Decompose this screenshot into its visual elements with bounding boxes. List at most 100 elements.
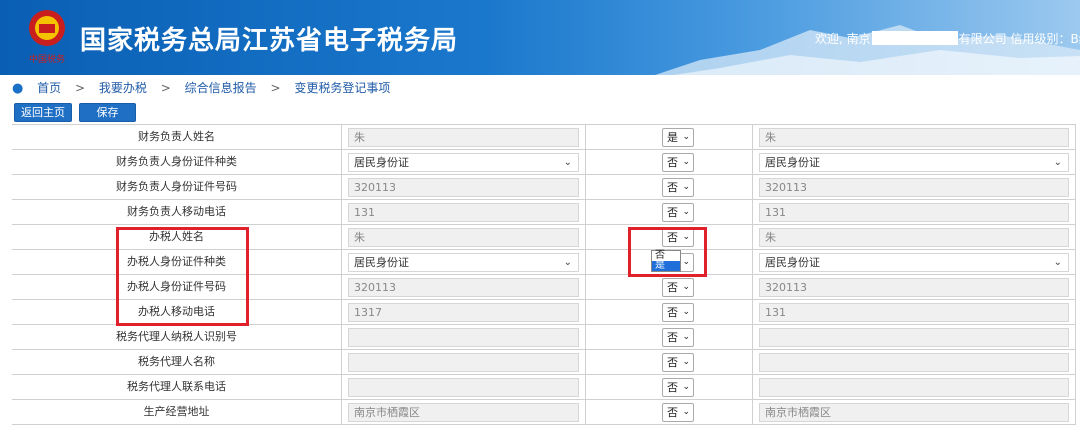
- chevron-down-icon: ⌄: [682, 382, 690, 392]
- change-flag-value: 否: [667, 281, 678, 294]
- change-flag-value: 否: [667, 206, 678, 219]
- new-value-text: 南京市栖霞区: [765, 406, 831, 419]
- change-flag-cell: 否⌄: [585, 325, 752, 349]
- change-flag-select[interactable]: 否⌄: [662, 403, 694, 422]
- new-value-field[interactable]: 南京市栖霞区: [759, 403, 1069, 422]
- table-row: 税务代理人纳税人识别号否 ⌄: [12, 325, 1076, 350]
- change-flag-select[interactable]: 否⌄: [662, 378, 694, 397]
- old-value-field: [348, 353, 579, 372]
- chevron-down-icon: ⌄: [563, 157, 572, 168]
- new-value-field[interactable]: 朱: [759, 128, 1069, 147]
- old-value-field: 131: [348, 203, 579, 222]
- change-flag-select[interactable]: 否⌄: [662, 178, 694, 197]
- chevron-down-icon: ⌄: [682, 157, 690, 167]
- old-value-cell: 居民身份证 ⌄: [341, 250, 585, 274]
- new-value-text: 朱: [765, 131, 776, 144]
- save-button[interactable]: 保存: [79, 103, 136, 122]
- new-value-field[interactable]: 朱: [759, 228, 1069, 247]
- field-label: 税务代理人联系电话: [127, 380, 226, 393]
- field-label: 税务代理人名称: [138, 355, 215, 368]
- new-value-field[interactable]: [759, 353, 1069, 372]
- old-value-cell: 南京市栖霞区: [341, 400, 585, 424]
- table-row: 生产经营地址 南京市栖霞区否 ⌄ 南京市栖霞区: [12, 400, 1076, 425]
- change-flag-select[interactable]: 否⌄: [662, 153, 694, 172]
- chevron-down-icon: ⌄: [682, 132, 690, 142]
- field-label: 生产经营地址: [143, 405, 210, 418]
- site-header: 中国税务 国家税务总局江苏省电子税务局 欢迎, 南京 有限公司 信用级别：B级 |: [0, 0, 1080, 75]
- old-value-text: 320113: [354, 281, 396, 294]
- new-value-field[interactable]: 131: [759, 303, 1069, 322]
- table-row: 财务负责人身份证件种类 居民身份证 ⌄ 否 ⌄ 居民身份证 ⌄: [12, 150, 1076, 175]
- new-value-text: 居民身份证: [765, 256, 820, 269]
- change-flag-select[interactable]: 否⌄: [662, 203, 694, 222]
- new-value-cell: [752, 350, 1076, 374]
- new-value-cell: 131: [752, 200, 1076, 224]
- old-value-cell: 朱: [341, 225, 585, 249]
- location-pin-icon: ●: [12, 81, 24, 96]
- welcome-prefix: 欢迎, 南京: [815, 32, 871, 46]
- change-flag-cell: 否⌄: [585, 150, 752, 174]
- table-row: 税务代理人联系电话 否 ⌄: [12, 375, 1076, 400]
- old-value-text: 朱: [354, 131, 365, 144]
- new-value-field[interactable]: 131: [759, 203, 1069, 222]
- old-value-cell: 居民身份证 ⌄: [341, 150, 585, 174]
- chevron-down-icon: ⌄: [563, 257, 572, 268]
- change-flag-select[interactable]: 否⌄: [662, 328, 694, 347]
- breadcrumb-current: 变更税务登记事项: [294, 81, 391, 95]
- old-value-text: 朱: [354, 231, 365, 244]
- old-value-text: 131: [354, 206, 375, 219]
- table-row: 财务负责人姓名朱是 ⌄ 朱: [12, 125, 1076, 150]
- new-value-cell: [752, 325, 1076, 349]
- old-value-cell: 131: [341, 200, 585, 224]
- chevron-down-icon: ⌄: [682, 407, 690, 417]
- highlight-box-dropdown: [628, 227, 707, 277]
- new-value-text: 131: [765, 306, 786, 319]
- new-value-cell: 居民身份证 ⌄: [752, 250, 1076, 274]
- new-value-field[interactable]: [759, 328, 1069, 347]
- new-value-field[interactable]: 居民身份证 ⌄: [759, 253, 1069, 272]
- change-flag-value: 否: [667, 356, 678, 369]
- chevron-down-icon: ⌄: [682, 282, 690, 292]
- new-value-text: 居民身份证: [765, 156, 820, 169]
- new-value-field[interactable]: [759, 378, 1069, 397]
- breadcrumb-info-report[interactable]: 综合信息报告: [185, 81, 257, 95]
- mountain-banner: [655, 25, 1080, 75]
- change-flag-cell: 是 ⌄: [585, 125, 752, 149]
- change-flag-select[interactable]: 否⌄: [662, 278, 694, 297]
- new-value-field[interactable]: 居民身份证 ⌄: [759, 153, 1069, 172]
- change-flag-cell: 否⌄: [585, 375, 752, 399]
- old-value-text: 320113: [354, 181, 396, 194]
- welcome-text: 欢迎, 南京 有限公司 信用级别：B级 |: [815, 30, 1080, 47]
- back-home-button[interactable]: 返回主页: [14, 103, 72, 122]
- breadcrumb-tax-services[interactable]: 我要办税: [99, 81, 147, 95]
- change-flag-value: 否: [667, 306, 678, 319]
- change-flag-select[interactable]: 否⌄: [662, 353, 694, 372]
- change-flag-cell: 否⌄: [585, 275, 752, 299]
- change-flag-select[interactable]: 是 ⌄: [662, 128, 694, 147]
- change-flag-select[interactable]: 否⌄: [662, 303, 694, 322]
- old-value-field: 朱: [348, 128, 579, 147]
- chevron-down-icon: ⌄: [682, 332, 690, 342]
- new-value-cell: 131: [752, 300, 1076, 324]
- chevron-down-icon: ⌄: [1053, 257, 1062, 268]
- old-value-cell: [341, 350, 585, 374]
- old-value-field[interactable]: 居民身份证 ⌄: [348, 253, 579, 272]
- old-value-cell: 320113: [341, 175, 585, 199]
- field-label: 税务代理人纳税人识别号: [116, 330, 237, 343]
- new-value-field[interactable]: 320113: [759, 278, 1069, 297]
- old-value-text: 居民身份证: [354, 156, 409, 169]
- old-value-field: [348, 378, 579, 397]
- old-value-cell: 朱: [341, 125, 585, 149]
- new-value-cell: 320113: [752, 275, 1076, 299]
- new-value-cell: 朱: [752, 125, 1076, 149]
- new-value-cell: 320113: [752, 175, 1076, 199]
- breadcrumb-separator: >: [75, 81, 86, 95]
- change-flag-value: 是: [667, 131, 678, 144]
- old-value-field[interactable]: 居民身份证 ⌄: [348, 153, 579, 172]
- new-value-field[interactable]: 320113: [759, 178, 1069, 197]
- breadcrumb-home[interactable]: 首页: [37, 81, 61, 95]
- change-flag-value: 否: [667, 406, 678, 419]
- new-value-cell: 朱: [752, 225, 1076, 249]
- breadcrumb-separator: >: [160, 81, 171, 95]
- change-flag-value: 否: [667, 331, 678, 344]
